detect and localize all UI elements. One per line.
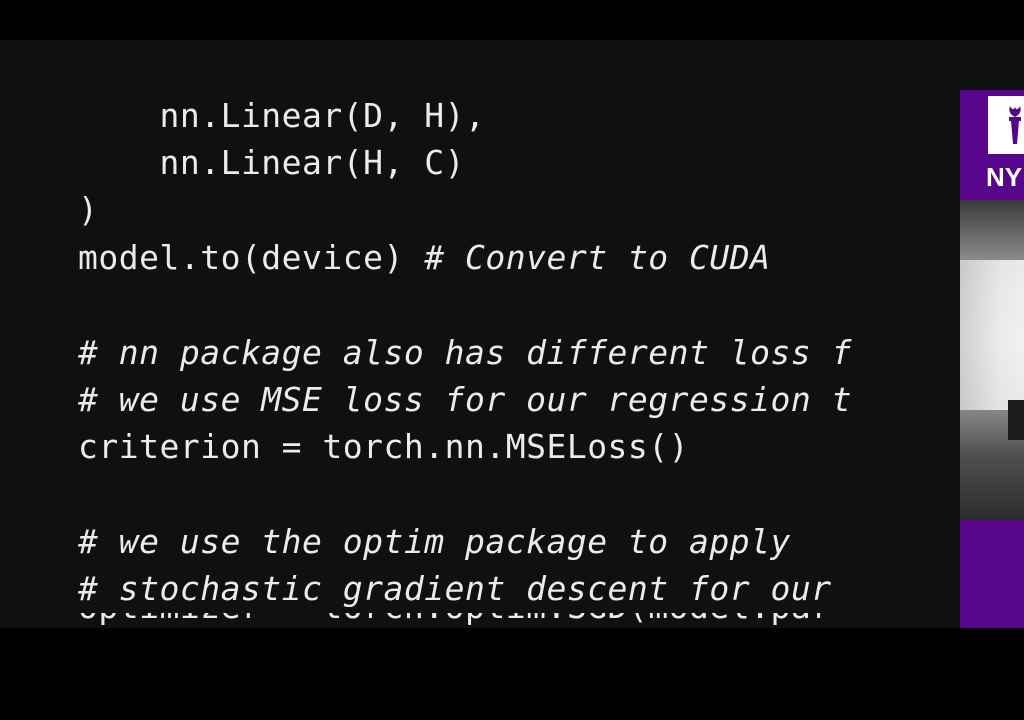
video-overlay-panel: NY (960, 90, 1024, 628)
code-line-2: nn.Linear(H, C) (78, 143, 465, 182)
code-line-6: # nn package also has different loss f (78, 333, 852, 372)
code-line-8: criterion = torch.nn.MSELoss() (78, 427, 690, 466)
overlay-footer (960, 520, 1024, 628)
code-line-1: nn.Linear(D, H), (78, 96, 486, 135)
code-line-7: # we use MSE loss for our regression t (78, 380, 852, 419)
code-line-3: ) (78, 190, 99, 229)
torch-icon (1009, 106, 1021, 144)
video-frame: nn.Linear(D, H), nn.Linear(H, C) ) model… (0, 0, 1024, 720)
code-line-11: # stochastic gradient descent for our (78, 569, 832, 608)
code-line-12: optimizer = torch.optim.SGD(model.par (78, 613, 832, 627)
clipped-line-container: optimizer = torch.optim.SGD(model.par (78, 613, 958, 628)
code-line-4-comment: # Convert to CUDA (424, 238, 771, 277)
lecture-room-video (960, 200, 1024, 520)
code-line-4-code: model.to(device) (78, 238, 425, 277)
code-line-10: # we use the optim package to apply (78, 522, 791, 561)
code-slide: nn.Linear(D, H), nn.Linear(H, C) ) model… (0, 40, 1024, 628)
overlay-header: NY (960, 90, 1024, 200)
code-line-4: model.to(device) # Convert to CUDA (78, 238, 771, 278)
room-shadow (1008, 400, 1024, 440)
overlay-logo-text: NY (986, 162, 1023, 192)
room-wall (960, 260, 1024, 410)
